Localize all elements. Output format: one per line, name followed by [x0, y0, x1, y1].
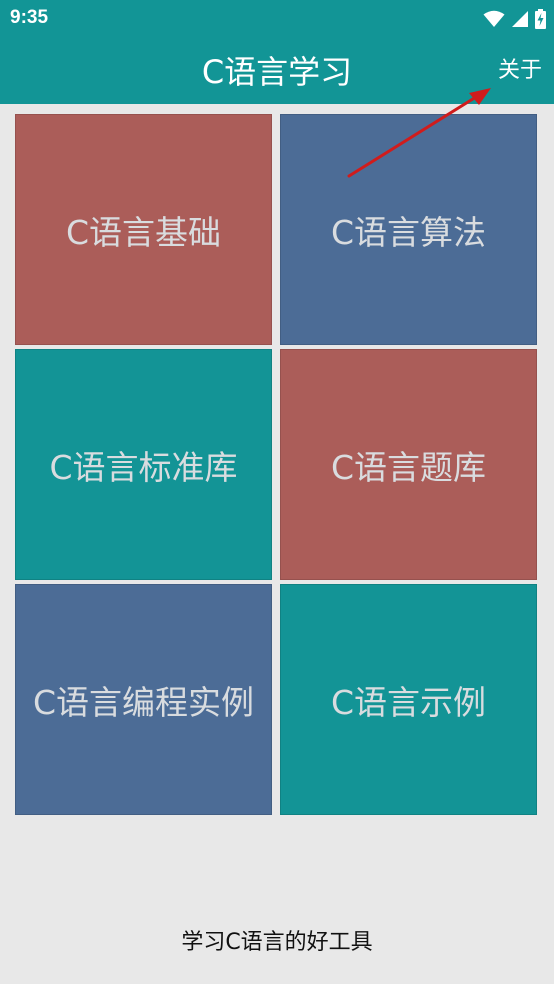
tile-label: C语言示例 — [330, 682, 487, 722]
app-title: C语言学习 — [201, 53, 353, 91]
app-bar: C语言学习 关于 — [0, 38, 554, 104]
tile-label: C语言标准库 — [49, 447, 238, 487]
battery-icon — [535, 9, 546, 29]
tile-label: C语言算法 — [330, 212, 487, 252]
wifi-icon — [483, 10, 505, 27]
status-time: 9:35 — [10, 7, 49, 28]
status-bar: 9:35 — [0, 0, 554, 38]
tile-label: C语言编程实例 — [32, 682, 255, 722]
tile-c-algorithms[interactable]: C语言算法 — [280, 114, 537, 345]
tile-label: C语言基础 — [65, 212, 222, 252]
footer-slogan: 学习C语言的好工具 — [181, 930, 373, 955]
tile-c-examples[interactable]: C语言示例 — [280, 584, 537, 815]
tile-c-programming-examples[interactable]: C语言编程实例 — [15, 584, 272, 815]
about-button[interactable]: 关于 — [498, 56, 542, 86]
tile-label: C语言题库 — [330, 447, 487, 487]
tile-c-question-bank[interactable]: C语言题库 — [280, 349, 537, 580]
status-icons — [483, 9, 546, 29]
tile-c-basics[interactable]: C语言基础 — [15, 114, 272, 345]
tile-c-standard-library[interactable]: C语言标准库 — [15, 349, 272, 580]
cell-signal-icon — [512, 11, 528, 27]
